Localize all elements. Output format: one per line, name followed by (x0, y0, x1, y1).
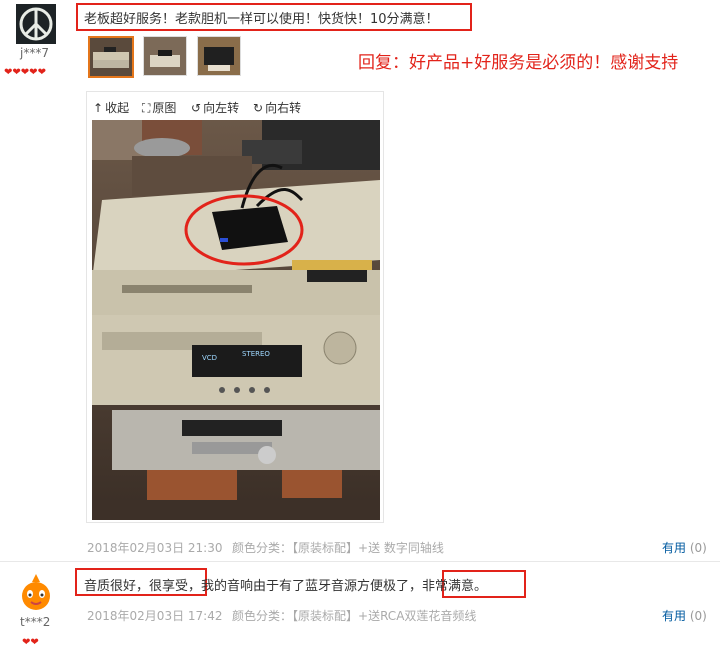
heart-icon: ❤ (37, 67, 46, 78)
image-viewer: ↑ 收起 ⛶ 原图 ↺ 向左转 ↻ 向右转 VCD STEREO (86, 91, 384, 523)
heart-icon: ❤ (30, 637, 39, 648)
color-variant-value: 【原装标配】+送 数字同轴线 (292, 541, 444, 555)
avatar[interactable] (16, 572, 56, 612)
stereo-photo-icon (90, 38, 132, 76)
avatar[interactable] (16, 4, 56, 44)
color-variant-value: 【原装标配】+送RCA双莲花音频线 (292, 609, 477, 623)
svg-text:VCD: VCD (202, 354, 217, 362)
user-level-hearts: ❤❤ (22, 634, 39, 649)
color-variant: 颜色分类：【原装标配】+送RCA双莲花音频线 (232, 607, 476, 624)
photo-thumbnail[interactable] (197, 36, 241, 76)
review-photo: VCD STEREO (92, 120, 380, 520)
peace-sign-icon (16, 4, 56, 44)
review-date: 2018年02月03日 17:42 (87, 609, 223, 623)
rotate-left-button[interactable]: ↺ 向左转 (191, 99, 239, 116)
heart-icon: ❤ (12, 67, 21, 78)
useful-button[interactable]: 有用 (0) (662, 539, 707, 556)
device-photo-icon (144, 37, 186, 75)
heart-icon: ❤ (20, 67, 30, 78)
review-date: 2018年02月03日 21:30 (87, 541, 223, 555)
photo-thumbnail[interactable] (88, 36, 134, 78)
original-image-button[interactable]: ⛶ 原图 (142, 99, 176, 116)
stereo-setup-photo: VCD STEREO (92, 120, 380, 520)
photo-thumbnail[interactable] (143, 36, 187, 76)
color-variant-label: 颜色分类： (232, 541, 293, 555)
username: j***7 (20, 46, 49, 60)
review-text: 老板超好服务！老款胆机一样可以使用！快货快！10分满意！ (84, 12, 439, 27)
svg-text:STEREO: STEREO (242, 350, 270, 358)
collapse-button[interactable]: ↑ 收起 (93, 99, 129, 116)
seller-reply: 回复：好产品+好服务是必须的！感谢支持 (358, 53, 679, 73)
username: t***2 (20, 615, 51, 629)
rotate-left-icon: ↺ (191, 101, 202, 115)
heart-icon: ❤ (29, 67, 38, 78)
rotate-right-icon: ↻ (253, 101, 264, 115)
color-variant: 颜色分类：【原装标配】+送 数字同轴线 (232, 539, 444, 556)
expand-icon: ⛶ (142, 101, 151, 115)
useful-button[interactable]: 有用 (0) (662, 607, 707, 624)
user-level-hearts: ❤❤❤❤❤ (4, 64, 46, 79)
orange-mascot-icon (16, 572, 56, 612)
color-variant-label: 颜色分类： (232, 609, 293, 623)
review-text: 音质很好，很享受，我的音响由于有了蓝牙音源方便极了，非常满意。 (84, 579, 488, 594)
review-divider (0, 561, 720, 562)
device-closeup-photo-icon (198, 37, 240, 75)
rotate-right-button[interactable]: ↻ 向右转 (253, 99, 301, 116)
collapse-arrow-icon: ↑ (93, 101, 104, 115)
